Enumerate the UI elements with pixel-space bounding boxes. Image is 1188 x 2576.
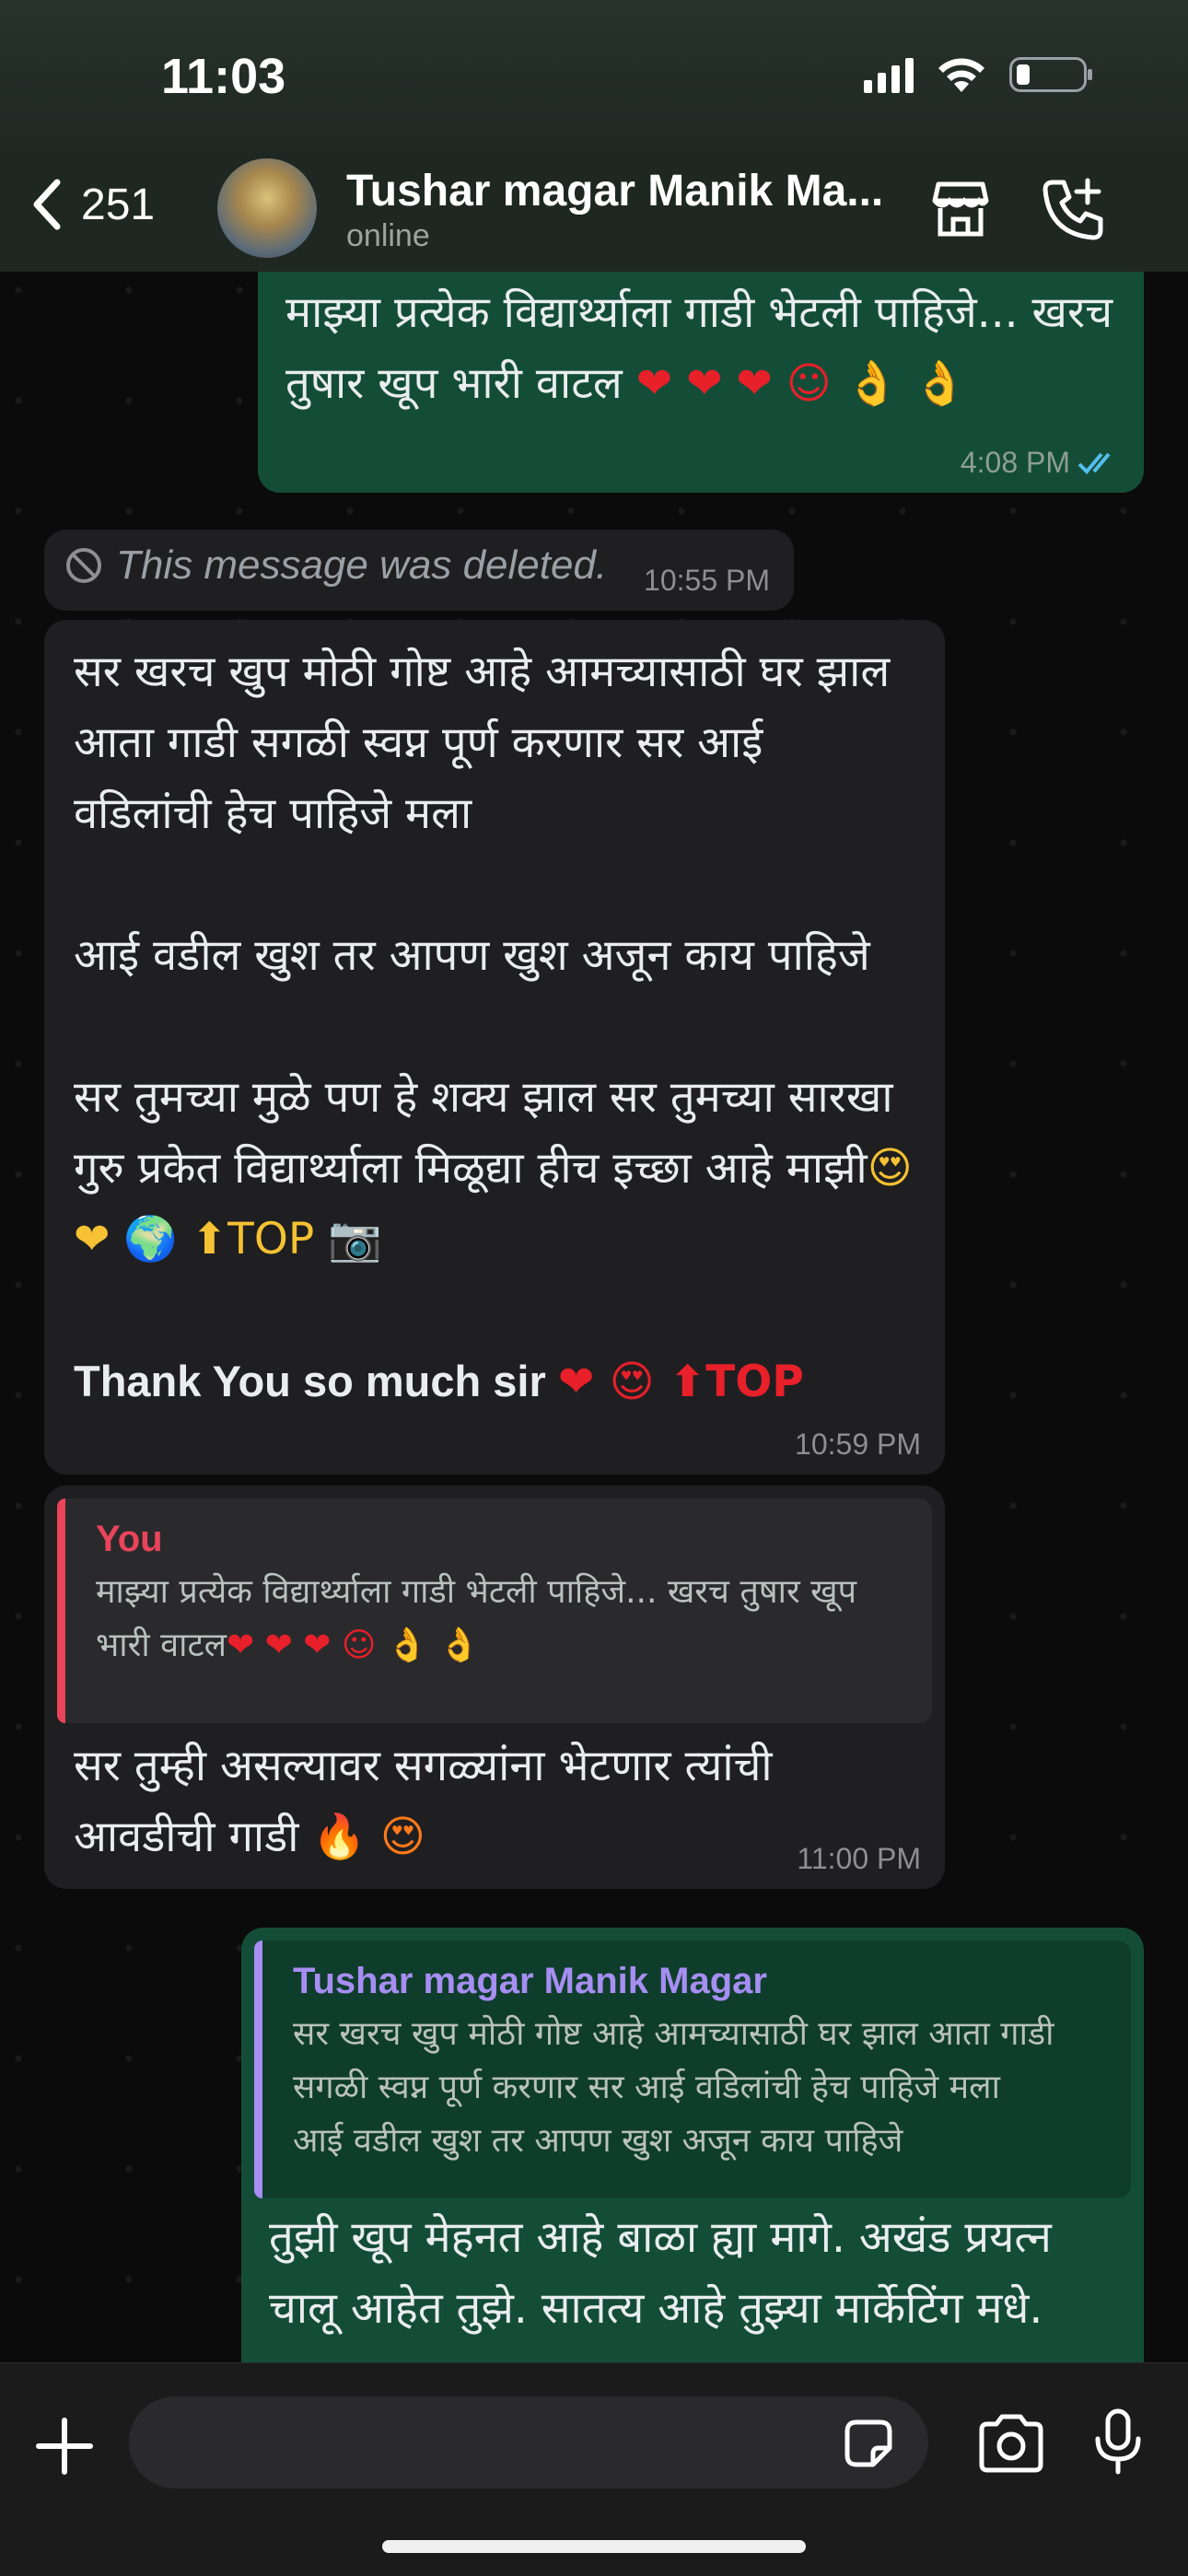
contact-avatar[interactable] — [217, 158, 317, 258]
quote-bar — [254, 1941, 262, 2198]
quote-author: Tushar magar Manik Magar — [293, 1961, 767, 2001]
message-input[interactable] — [129, 2396, 928, 2489]
message-meta: 4:08 PM — [961, 446, 1120, 480]
message-time: 11:00 PM — [797, 1842, 921, 1875]
wifi-icon — [938, 58, 984, 92]
microphone-icon[interactable] — [1092, 2407, 1144, 2477]
message-time: 4:08 PM — [960, 446, 1070, 479]
contact-status: online — [346, 218, 430, 253]
deleted-message[interactable]: This message was deleted. 10:55 PM — [44, 530, 794, 611]
chat-area[interactable]: माझ्या प्रत्येक विद्यार्थ्याला गाडी भेटल… — [0, 272, 1188, 2362]
message-time: 10:55 PM — [644, 564, 770, 597]
message-emojis: ❤ ❤ ❤ ☺ 👌 👌 — [635, 358, 967, 409]
message-emojis: 🔥 😍 — [312, 1812, 425, 1862]
outgoing-message[interactable]: माझ्या प्रत्येक विद्यार्थ्याला गाडी भेटल… — [258, 272, 1144, 493]
message-time: 10:59 PM — [795, 1428, 921, 1461]
message-text: तुझी खूप मेहनत आहे बाळा ह्या मागे. अखंड … — [269, 2212, 1066, 2334]
contact-name: Tushar magar Manik Ma... — [346, 167, 884, 216]
quote-text: सर खरच खुप मोठी गोष्ट आहे आमच्यासाठी घर … — [293, 2015, 1054, 2160]
quote-bar — [57, 1498, 65, 1723]
back-chevron-icon — [33, 179, 61, 230]
home-indicator[interactable] — [382, 2540, 806, 2553]
status-time: 11:03 — [161, 49, 286, 104]
status-bar: 11:03 — [0, 0, 1188, 157]
status-icons — [864, 55, 1092, 94]
quote-author: You — [96, 1519, 163, 1559]
double-check-icon — [1077, 452, 1111, 474]
quote-text: माझ्या प्रत्येक विद्यार्थ्याला गाडी भेटल… — [96, 1573, 868, 1664]
camera-icon[interactable] — [976, 2413, 1046, 2474]
store-icon[interactable] — [926, 173, 996, 243]
message-text: माझ्या प्रत्येक विद्यार्थ्याला गाडी भेटल… — [285, 287, 1127, 409]
message-paragraph-1: सर खरच खुप मोठी गोष्ट आहे आमच्यासाठी घर … — [74, 647, 904, 839]
unread-count: 251 — [81, 180, 156, 229]
back-button[interactable]: 251 — [28, 177, 155, 232]
add-call-icon[interactable] — [1036, 173, 1110, 247]
contact-info[interactable]: Tushar magar Manik Ma... online — [346, 166, 883, 254]
message-paragraph-3: सर तुमच्या मुळे पण हे शक्य झाल सर तुमच्य… — [74, 1072, 926, 1265]
quote-emojis: ❤ ❤ ❤ ☺ 👌 👌 — [227, 1626, 480, 1664]
cellular-signal-icon — [864, 56, 914, 93]
battery-icon — [1009, 57, 1092, 92]
incoming-message[interactable]: सर खरच खुप मोठी गोष्ट आहे आमच्यासाठी घर … — [44, 620, 945, 1474]
message-paragraph-2: आई वडील खुश तर आपण खुश अजून काय पाहिजे — [74, 930, 870, 981]
incoming-reply-message[interactable]: You माझ्या प्रत्येक विद्यार्थ्याला गाडी … — [44, 1486, 945, 1889]
quoted-message[interactable]: You माझ्या प्रत्येक विद्यार्थ्याला गाडी … — [57, 1498, 932, 1723]
message-emojis: ❤ 😍 ⬆TOP — [557, 1357, 804, 1407]
outgoing-reply-message[interactable]: Tushar magar Manik Magar सर खरच खुप मोठी… — [241, 1928, 1144, 2362]
plus-icon[interactable] — [35, 2417, 94, 2476]
blocked-icon — [66, 548, 101, 583]
deleted-text: This message was deleted. — [116, 542, 608, 588]
sticker-icon[interactable] — [840, 2415, 897, 2472]
message-paragraph-4: Thank You so much sir ❤ 😍 ⬆TOP — [74, 1357, 804, 1407]
quoted-message[interactable]: Tushar magar Manik Magar सर खरच खुप मोठी… — [254, 1941, 1131, 2198]
chat-header: 251 Tushar magar Manik Ma... online — [0, 157, 1188, 273]
